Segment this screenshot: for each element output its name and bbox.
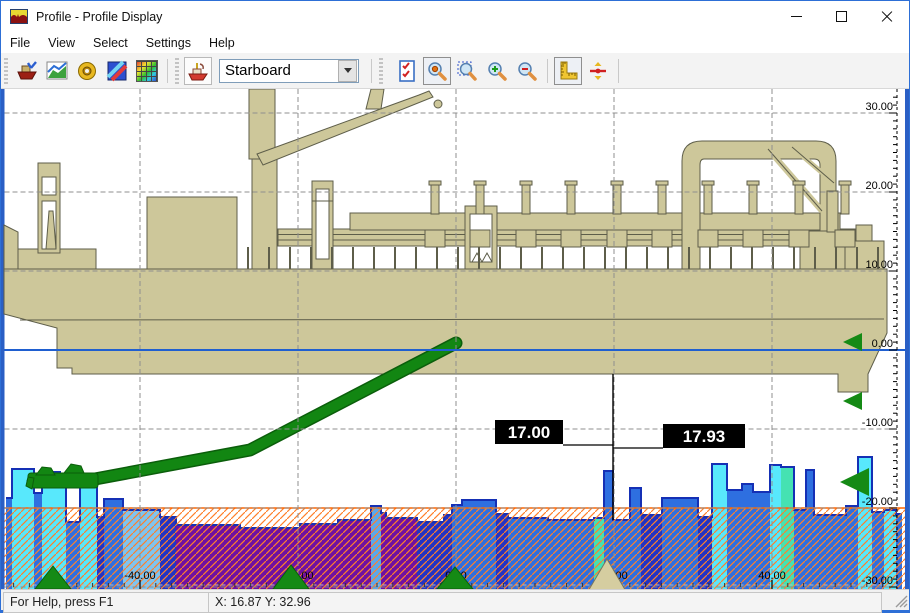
zoom-select-button[interactable] [423,57,451,85]
window-title: Profile - Profile Display [36,10,162,24]
depth-measurement: 17.00 17.93 [495,374,745,520]
title-bar[interactable]: Profile - Profile Display [1,1,909,32]
toolbar-gripper[interactable] [379,58,383,84]
toolbar-separator [618,59,619,83]
diagonal-square-icon [106,60,128,82]
maximize-button[interactable] [819,1,864,32]
level-marker-arrow [840,468,869,496]
x-axis-label: -40.00 [124,570,155,582]
level-marker-arrow [843,392,862,410]
color-grid-button[interactable] [133,57,161,85]
ship-mid-gantry [312,181,333,269]
ship-profile-button[interactable] [13,57,41,85]
checklist-button[interactable] [393,57,421,85]
y-axis-label: -10.00 [862,417,893,429]
toolbar-separator [547,59,548,83]
side-selector-combobox[interactable]: Starboard [219,59,359,83]
ruler-icon [557,60,579,82]
toolbar-separator [167,59,168,83]
zoom-window-icon [456,60,478,82]
y-axis-label: 10.00 [865,259,893,271]
zoom-in-button[interactable] [483,57,511,85]
y-axis-label: -20.00 [862,496,893,508]
toolbar-gripper[interactable] [4,58,8,84]
depth-value-label: 17.00 [508,423,551,442]
ship-bow-bulwark [4,225,18,269]
roll-icon [76,60,98,82]
tugboat-icon [187,60,209,82]
measure-line-icon [587,60,609,82]
menu-bar: File View Select Settings Help [1,32,909,53]
tugboat-button[interactable] [184,57,212,85]
ship-bow-gantry [38,163,60,253]
area-chart-button[interactable] [43,57,71,85]
ship-funnel [366,89,384,109]
app-window: { "window": { "title": "Profile - Profil… [0,0,910,613]
ship-hull [4,269,887,392]
zoom-window-button[interactable] [453,57,481,85]
combobox-dropdown-icon[interactable] [338,60,357,82]
ruler-button[interactable] [554,57,582,85]
diagonal-square-button[interactable] [103,57,131,85]
menu-view[interactable]: View [39,34,84,52]
app-icon [10,9,28,24]
resize-grip[interactable] [895,595,908,608]
minimize-icon [791,16,802,17]
ship-deckhouse [147,197,237,269]
menu-help[interactable]: Help [200,34,244,52]
y-axis-label: 30.00 [865,101,893,113]
minimize-button[interactable] [774,1,819,32]
close-icon [881,11,893,23]
plot-left-frame [1,89,5,591]
side-selector-value: Starboard [220,62,338,79]
ship-profile-icon [16,60,38,82]
menu-file[interactable]: File [1,34,39,52]
roll-button[interactable] [73,57,101,85]
profile-plot-area: 30.0020.0010.000.00-10.00-20.00-30.00-40… [1,89,909,591]
profile-plot[interactable]: 30.0020.0010.000.00-10.00-20.00-30.00-40… [1,89,909,591]
zoom-select-icon [426,60,448,82]
toolbar-separator [371,59,372,83]
zoom-in-icon [486,60,508,82]
measure-line-button[interactable] [584,57,612,85]
y-axis-label: 20.00 [865,180,893,192]
ship-deck-pipeline [350,213,840,230]
toolbar-gripper[interactable] [175,58,179,84]
plot-right-frame [905,89,909,591]
area-chart-icon [46,60,68,82]
status-help-text: For Help, press F1 [3,592,209,613]
status-coordinates: X: 16.87 Y: 32.96 [208,592,882,613]
toolbar: Starboard [1,53,909,89]
color-grid-icon [136,60,158,82]
x-axis-label: 40.00 [758,570,786,582]
maximize-icon [836,11,847,22]
zoom-out-button[interactable] [513,57,541,85]
depth-value-label: 17.93 [683,427,726,446]
menu-select[interactable]: Select [84,34,137,52]
y-axis-label: 0.00 [872,338,893,350]
menu-settings[interactable]: Settings [137,34,200,52]
zoom-out-icon [516,60,538,82]
close-button[interactable] [864,1,909,32]
checklist-icon [396,60,418,82]
status-bar: For Help, press F1 X: 16.87 Y: 32.96 [1,589,909,612]
draghead [26,464,98,489]
